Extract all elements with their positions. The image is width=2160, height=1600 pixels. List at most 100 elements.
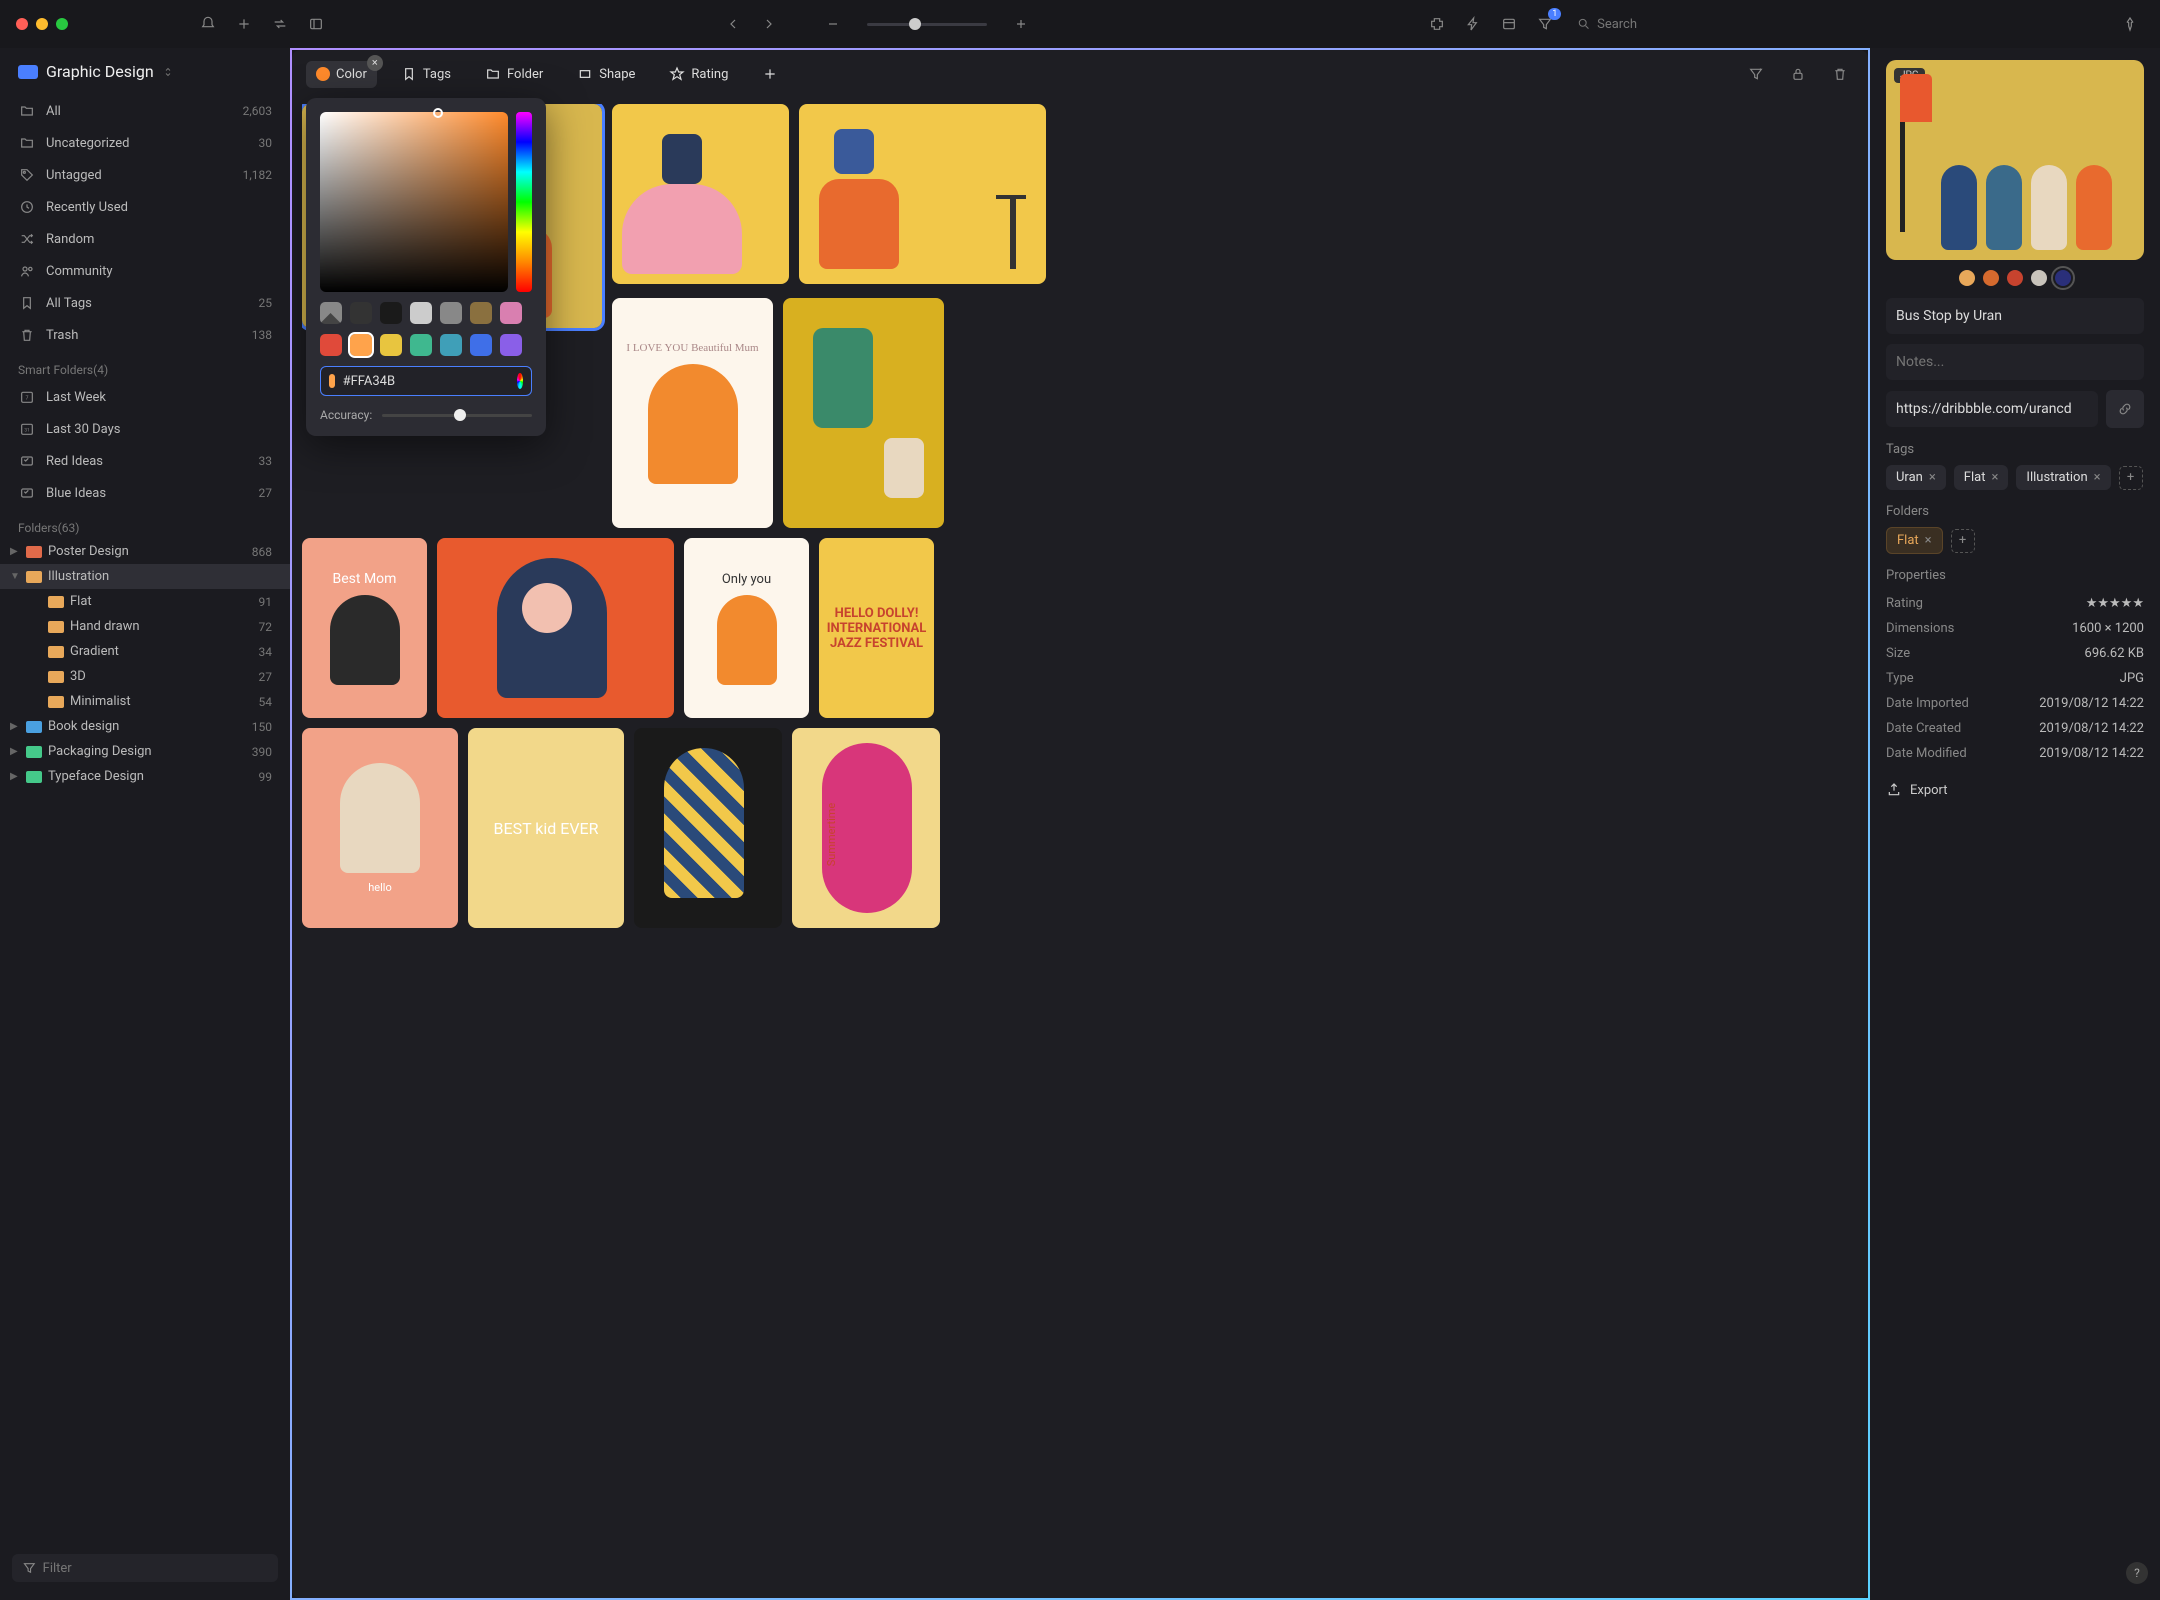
gallery-card[interactable]	[612, 104, 789, 284]
sidebar-filter-input[interactable]	[12, 1554, 278, 1582]
filter-color[interactable]: Color ×	[306, 61, 377, 88]
remove-tag-icon[interactable]: ×	[1991, 470, 1998, 485]
pin-icon[interactable]	[2116, 10, 2144, 38]
color-swatch[interactable]	[380, 302, 402, 324]
zoom-out-icon[interactable]	[819, 10, 847, 38]
sidebar-item[interactable]: Uncategorized30	[0, 127, 290, 159]
palette-dot[interactable]	[1983, 270, 1999, 286]
lock-icon[interactable]	[1784, 60, 1812, 88]
library-switcher[interactable]: Graphic Design	[0, 48, 290, 95]
sidebar-item[interactable]: 7Last Week	[0, 381, 290, 413]
bolt-icon[interactable]	[1459, 10, 1487, 38]
tag-chip[interactable]: Illustration×	[2016, 465, 2110, 490]
sidebar-item[interactable]: 31Last 30 Days	[0, 413, 290, 445]
export-button[interactable]: Export	[1886, 774, 2144, 806]
sync-icon[interactable]	[266, 10, 294, 38]
folder-row[interactable]: Gradient34	[0, 639, 290, 664]
add-tag-button[interactable]: +	[2119, 466, 2143, 490]
palette-dot[interactable]	[2055, 270, 2071, 286]
folder-row[interactable]: 3D27	[0, 664, 290, 689]
filter-tags[interactable]: Tags	[391, 60, 461, 88]
remove-tag-icon[interactable]: ×	[1929, 470, 1936, 485]
plus-icon[interactable]	[230, 10, 258, 38]
color-swatch[interactable]	[500, 302, 522, 324]
folder-row[interactable]: Flat91	[0, 589, 290, 614]
folder-row[interactable]: ▼Illustration	[0, 564, 290, 589]
color-swatch[interactable]	[440, 334, 462, 356]
hue-slider[interactable]	[516, 112, 532, 292]
sidebar-item[interactable]: Blue Ideas27	[0, 477, 290, 509]
color-swatch[interactable]	[470, 334, 492, 356]
title-input[interactable]	[1886, 298, 2144, 334]
trash-icon[interactable]	[1826, 60, 1854, 88]
accuracy-slider[interactable]	[382, 414, 532, 417]
gallery-card[interactable]: Best Mom	[302, 538, 427, 718]
help-button[interactable]: ?	[2126, 1562, 2148, 1584]
sidebar-item[interactable]: Untagged1,182	[0, 159, 290, 191]
hex-input[interactable]	[320, 366, 532, 396]
sidebar-item[interactable]: Random	[0, 223, 290, 255]
sidebar-item[interactable]: Red Ideas33	[0, 445, 290, 477]
window-minimize[interactable]	[36, 18, 48, 30]
sidebar-item[interactable]: Recently Used	[0, 191, 290, 223]
filter-rating[interactable]: Rating	[659, 60, 738, 88]
layout-icon[interactable]	[1495, 10, 1523, 38]
sidebar-item[interactable]: All2,603	[0, 95, 290, 127]
gallery-card[interactable]	[783, 298, 944, 528]
window-close[interactable]	[16, 18, 28, 30]
filter-add[interactable]	[752, 60, 788, 88]
preview-thumbnail[interactable]: JPG	[1886, 60, 2144, 260]
color-swatch[interactable]	[320, 334, 342, 356]
folder-row[interactable]: ▶Typeface Design99	[0, 764, 290, 789]
color-swatch[interactable]	[470, 302, 492, 324]
color-swatch[interactable]	[410, 302, 432, 324]
close-icon[interactable]: ×	[367, 55, 383, 71]
gallery-card[interactable]	[437, 538, 674, 718]
search-input[interactable]	[1567, 12, 1727, 36]
select-mode-icon[interactable]	[1742, 60, 1770, 88]
gallery-card[interactable]	[634, 728, 782, 928]
nav-forward-icon[interactable]	[755, 10, 783, 38]
folder-row[interactable]: ▶Book design150	[0, 714, 290, 739]
folder-row[interactable]: ▶Poster Design868	[0, 539, 290, 564]
sidebar-item[interactable]: All Tags25	[0, 287, 290, 319]
filter-folder[interactable]: Folder	[475, 60, 553, 88]
filter-shape[interactable]: Shape	[567, 60, 645, 88]
remove-folder-icon[interactable]: ×	[1925, 533, 1932, 548]
color-swatch[interactable]	[320, 302, 342, 324]
tag-chip[interactable]: Uran×	[1886, 465, 1946, 490]
extension-icon[interactable]	[1423, 10, 1451, 38]
palette-dot[interactable]	[2031, 270, 2047, 286]
link-icon[interactable]	[2106, 390, 2144, 428]
color-swatch[interactable]	[500, 334, 522, 356]
folder-row[interactable]: Hand drawn72	[0, 614, 290, 639]
sv-picker[interactable]	[320, 112, 508, 292]
add-folder-button[interactable]: +	[1951, 529, 1975, 553]
color-swatch[interactable]	[440, 302, 462, 324]
remove-tag-icon[interactable]: ×	[2094, 470, 2101, 485]
gallery-card[interactable]: hello	[302, 728, 458, 928]
zoom-in-icon[interactable]	[1007, 10, 1035, 38]
sidebar-toggle-icon[interactable]	[302, 10, 330, 38]
window-zoom[interactable]	[56, 18, 68, 30]
color-swatch[interactable]	[410, 334, 432, 356]
zoom-slider[interactable]	[867, 23, 987, 26]
color-swatch[interactable]	[380, 334, 402, 356]
nav-back-icon[interactable]	[719, 10, 747, 38]
filter-icon[interactable]: 1	[1531, 10, 1559, 38]
gallery-card[interactable]: BEST kid EVER	[468, 728, 624, 928]
eyedropper-icon[interactable]	[517, 373, 523, 389]
gallery-card[interactable]: I LOVE YOU Beautiful Mum	[612, 298, 773, 528]
color-swatch[interactable]	[350, 334, 372, 356]
sidebar-item[interactable]: Community	[0, 255, 290, 287]
gallery-card[interactable]: Only you	[684, 538, 809, 718]
bell-icon[interactable]	[194, 10, 222, 38]
folder-row[interactable]: ▶Packaging Design390	[0, 739, 290, 764]
notes-input[interactable]	[1886, 344, 2144, 380]
folder-chip[interactable]: Flat×	[1886, 527, 1943, 554]
palette-dot[interactable]	[2007, 270, 2023, 286]
tag-chip[interactable]: Flat×	[1954, 465, 2009, 490]
folder-row[interactable]: Minimalist54	[0, 689, 290, 714]
gallery-card[interactable]	[799, 104, 1046, 284]
palette-dot[interactable]	[1959, 270, 1975, 286]
